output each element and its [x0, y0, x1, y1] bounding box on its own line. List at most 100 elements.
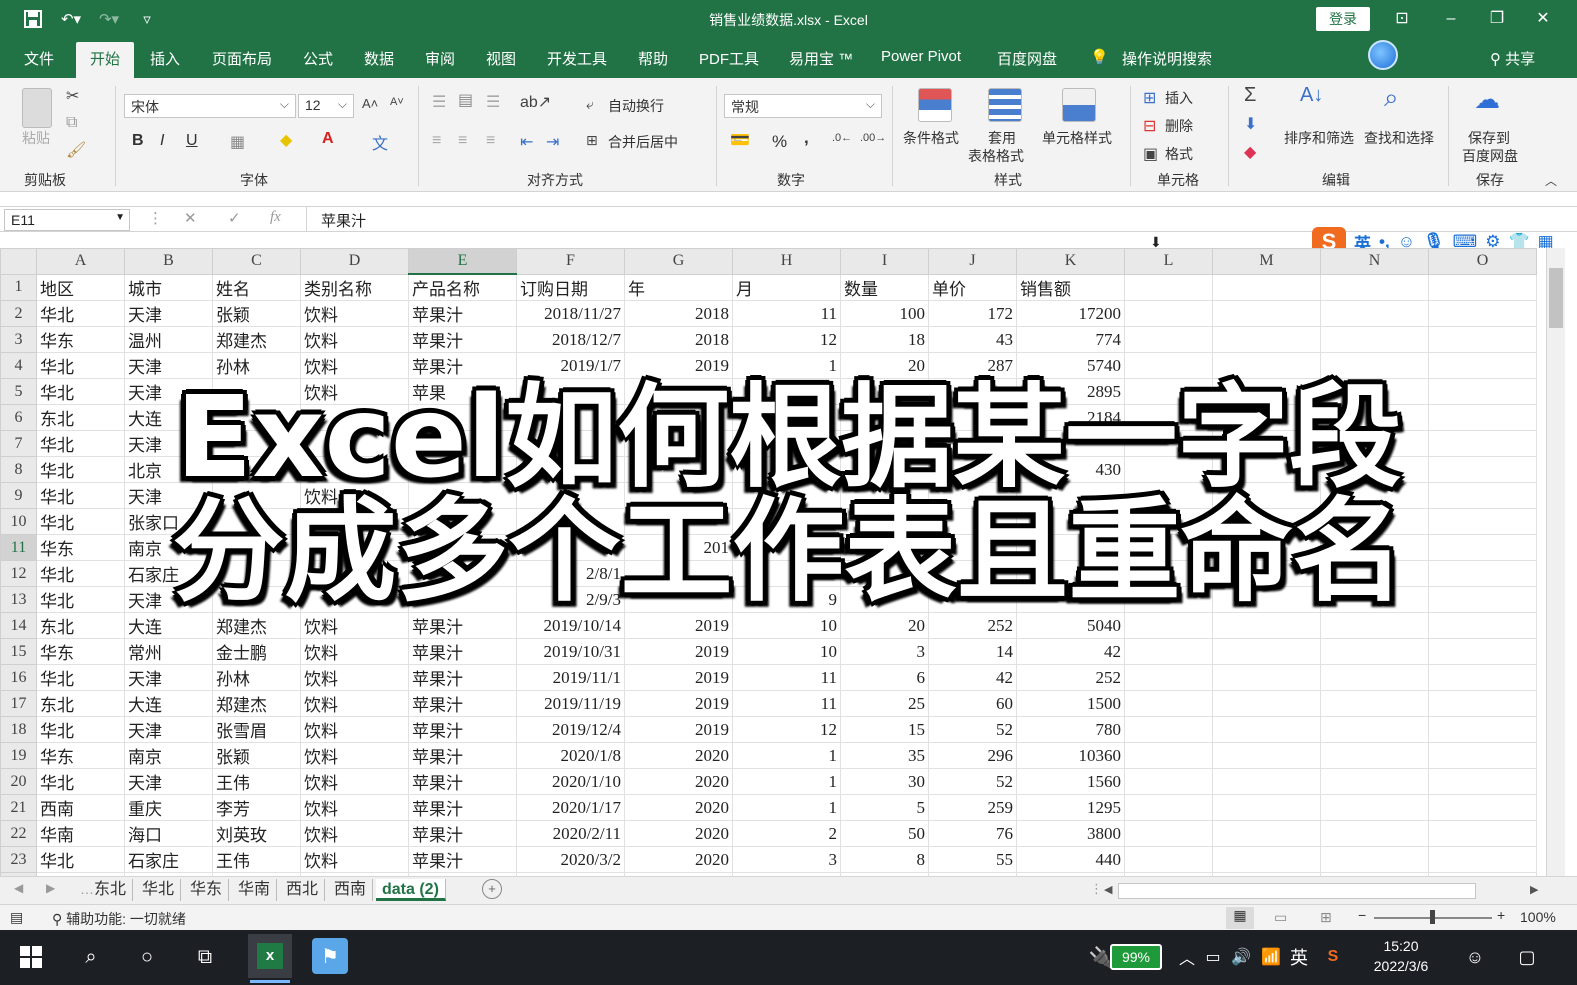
cell[interactable]: 苹果汁 — [408, 326, 517, 354]
cell[interactable]: 2018/11/27 — [516, 300, 625, 328]
cell[interactable] — [1212, 820, 1321, 848]
copy-icon[interactable]: ⧉ — [66, 114, 77, 132]
tab-insert[interactable]: 插入 — [150, 48, 180, 69]
cell[interactable]: 25 — [840, 690, 929, 718]
format-as-table-icon[interactable] — [988, 88, 1022, 122]
cell[interactable]: 苹果汁 — [408, 820, 517, 848]
column-header-g[interactable]: G — [624, 248, 733, 275]
increase-decimal-icon[interactable]: .0← — [832, 132, 852, 144]
tab-page-layout[interactable]: 页面布局 — [212, 48, 272, 69]
tab-baidu-netdisk[interactable]: 百度网盘 — [997, 48, 1057, 69]
cell[interactable]: 780 — [1016, 716, 1125, 744]
cell[interactable]: 张颖 — [212, 742, 301, 770]
cell[interactable]: 2019/11/1 — [516, 664, 625, 692]
tab-home[interactable]: 开始 — [76, 42, 135, 78]
cell[interactable] — [1320, 690, 1429, 718]
page-layout-view-icon[interactable]: ▭ — [1274, 909, 1287, 926]
volume-icon[interactable]: 🔊 — [1226, 942, 1256, 972]
row-header[interactable]: 2 — [0, 300, 37, 328]
find-select-button[interactable]: 查找和选择 — [1364, 128, 1434, 148]
cell[interactable] — [1428, 326, 1537, 354]
cell[interactable]: 52 — [928, 716, 1017, 744]
cell[interactable]: 华北 — [36, 768, 125, 796]
cell[interactable]: 30 — [840, 768, 929, 796]
cell[interactable]: 王伟 — [212, 846, 301, 874]
cell[interactable] — [1428, 846, 1537, 874]
format-as-table-button-line2[interactable]: 表格格式 — [968, 146, 1024, 166]
cell[interactable]: 6 — [840, 664, 929, 692]
decrease-decimal-icon[interactable]: .00→ — [860, 132, 886, 144]
cell[interactable]: 2018/12/7 — [516, 326, 625, 354]
next-sheet-icon[interactable]: ▶ — [46, 881, 55, 895]
cell[interactable]: 2020/1/17 — [516, 794, 625, 822]
share-button[interactable]: ⚲ 共享 — [1490, 48, 1535, 69]
notification-icon[interactable]: ▢ — [1512, 942, 1542, 972]
column-header-f[interactable]: F — [516, 248, 625, 275]
column-header-i[interactable]: I — [840, 248, 929, 275]
comma-button[interactable]: , — [804, 128, 809, 148]
italic-button[interactable]: I — [160, 132, 164, 150]
name-box[interactable]: E11 ▼ — [4, 209, 130, 231]
row-header[interactable]: 16 — [0, 664, 37, 692]
cell[interactable]: 252 — [1016, 664, 1125, 692]
cell[interactable]: 14 — [928, 638, 1017, 666]
excel-taskbar-icon[interactable]: x — [248, 934, 292, 978]
scroll-right-icon[interactable]: ▶ — [1530, 883, 1538, 896]
tab-power-pivot[interactable]: Power Pivot — [881, 48, 961, 65]
cell[interactable]: 华北 — [36, 664, 125, 692]
cell[interactable] — [1320, 273, 1429, 302]
align-left-icon[interactable]: ≡ — [432, 132, 441, 150]
cell[interactable] — [1212, 794, 1321, 822]
sheet-tab-huadong[interactable]: 华东 — [184, 879, 230, 901]
cell[interactable]: 饮料 — [300, 638, 409, 666]
row-header[interactable]: 1 — [0, 273, 37, 302]
cell[interactable]: 华北 — [36, 716, 125, 744]
cell[interactable]: 2 — [732, 820, 841, 848]
cell[interactable]: 42 — [1016, 638, 1125, 666]
cell[interactable]: 2018 — [624, 326, 733, 354]
cell[interactable]: 华北 — [36, 846, 125, 874]
cell[interactable]: 东北 — [36, 690, 125, 718]
cell[interactable]: 温州 — [124, 326, 213, 354]
tab-pdf-tools[interactable]: PDF工具 — [699, 48, 759, 69]
cell[interactable]: 50 — [840, 820, 929, 848]
cell[interactable]: 大连 — [124, 690, 213, 718]
underline-button[interactable]: U — [186, 132, 198, 150]
cell[interactable]: 饮料 — [300, 326, 409, 354]
row-header[interactable]: 21 — [0, 794, 37, 822]
enter-icon[interactable]: ✓ — [228, 209, 241, 227]
cell[interactable]: 1560 — [1016, 768, 1125, 796]
tab-data[interactable]: 数据 — [364, 48, 394, 69]
cell[interactable] — [1212, 638, 1321, 666]
cell[interactable] — [1320, 768, 1429, 796]
select-all-corner[interactable] — [0, 248, 37, 275]
cell[interactable]: 城市 — [124, 273, 213, 302]
font-size-select[interactable]: 12 ⌵ — [298, 94, 354, 118]
cell[interactable]: 10 — [732, 638, 841, 666]
cell[interactable]: 2020 — [624, 742, 733, 770]
tell-me-search[interactable]: 操作说明搜索 — [1122, 48, 1212, 69]
avatar[interactable] — [1368, 40, 1398, 70]
cell[interactable]: 42 — [928, 664, 1017, 692]
cell[interactable]: 苹果汁 — [408, 690, 517, 718]
cell[interactable] — [1320, 326, 1429, 354]
cell[interactable]: 52 — [928, 768, 1017, 796]
cell[interactable]: 饮料 — [300, 768, 409, 796]
windows-start-icon[interactable] — [16, 942, 46, 972]
cell[interactable]: 西南 — [36, 794, 125, 822]
cell[interactable]: 12 — [732, 326, 841, 354]
cell[interactable]: 259 — [928, 794, 1017, 822]
delete-cells-icon[interactable]: ⊟ — [1143, 116, 1156, 136]
cell[interactable]: 10360 — [1016, 742, 1125, 770]
row-header[interactable]: 20 — [0, 768, 37, 796]
cell[interactable]: 2020/3/2 — [516, 846, 625, 874]
column-header-h[interactable]: H — [732, 248, 841, 275]
cell[interactable]: 饮料 — [300, 300, 409, 328]
zoom-level[interactable]: 100% — [1520, 909, 1556, 925]
cell[interactable]: 18 — [840, 326, 929, 354]
border-icon[interactable]: ▦ — [230, 132, 245, 152]
cell[interactable]: 张颖 — [212, 300, 301, 328]
collapse-ribbon-icon[interactable]: ︿ — [1545, 172, 1557, 189]
insert-cells-icon[interactable]: ⊞ — [1143, 88, 1156, 108]
cell[interactable]: 金士鹏 — [212, 638, 301, 666]
